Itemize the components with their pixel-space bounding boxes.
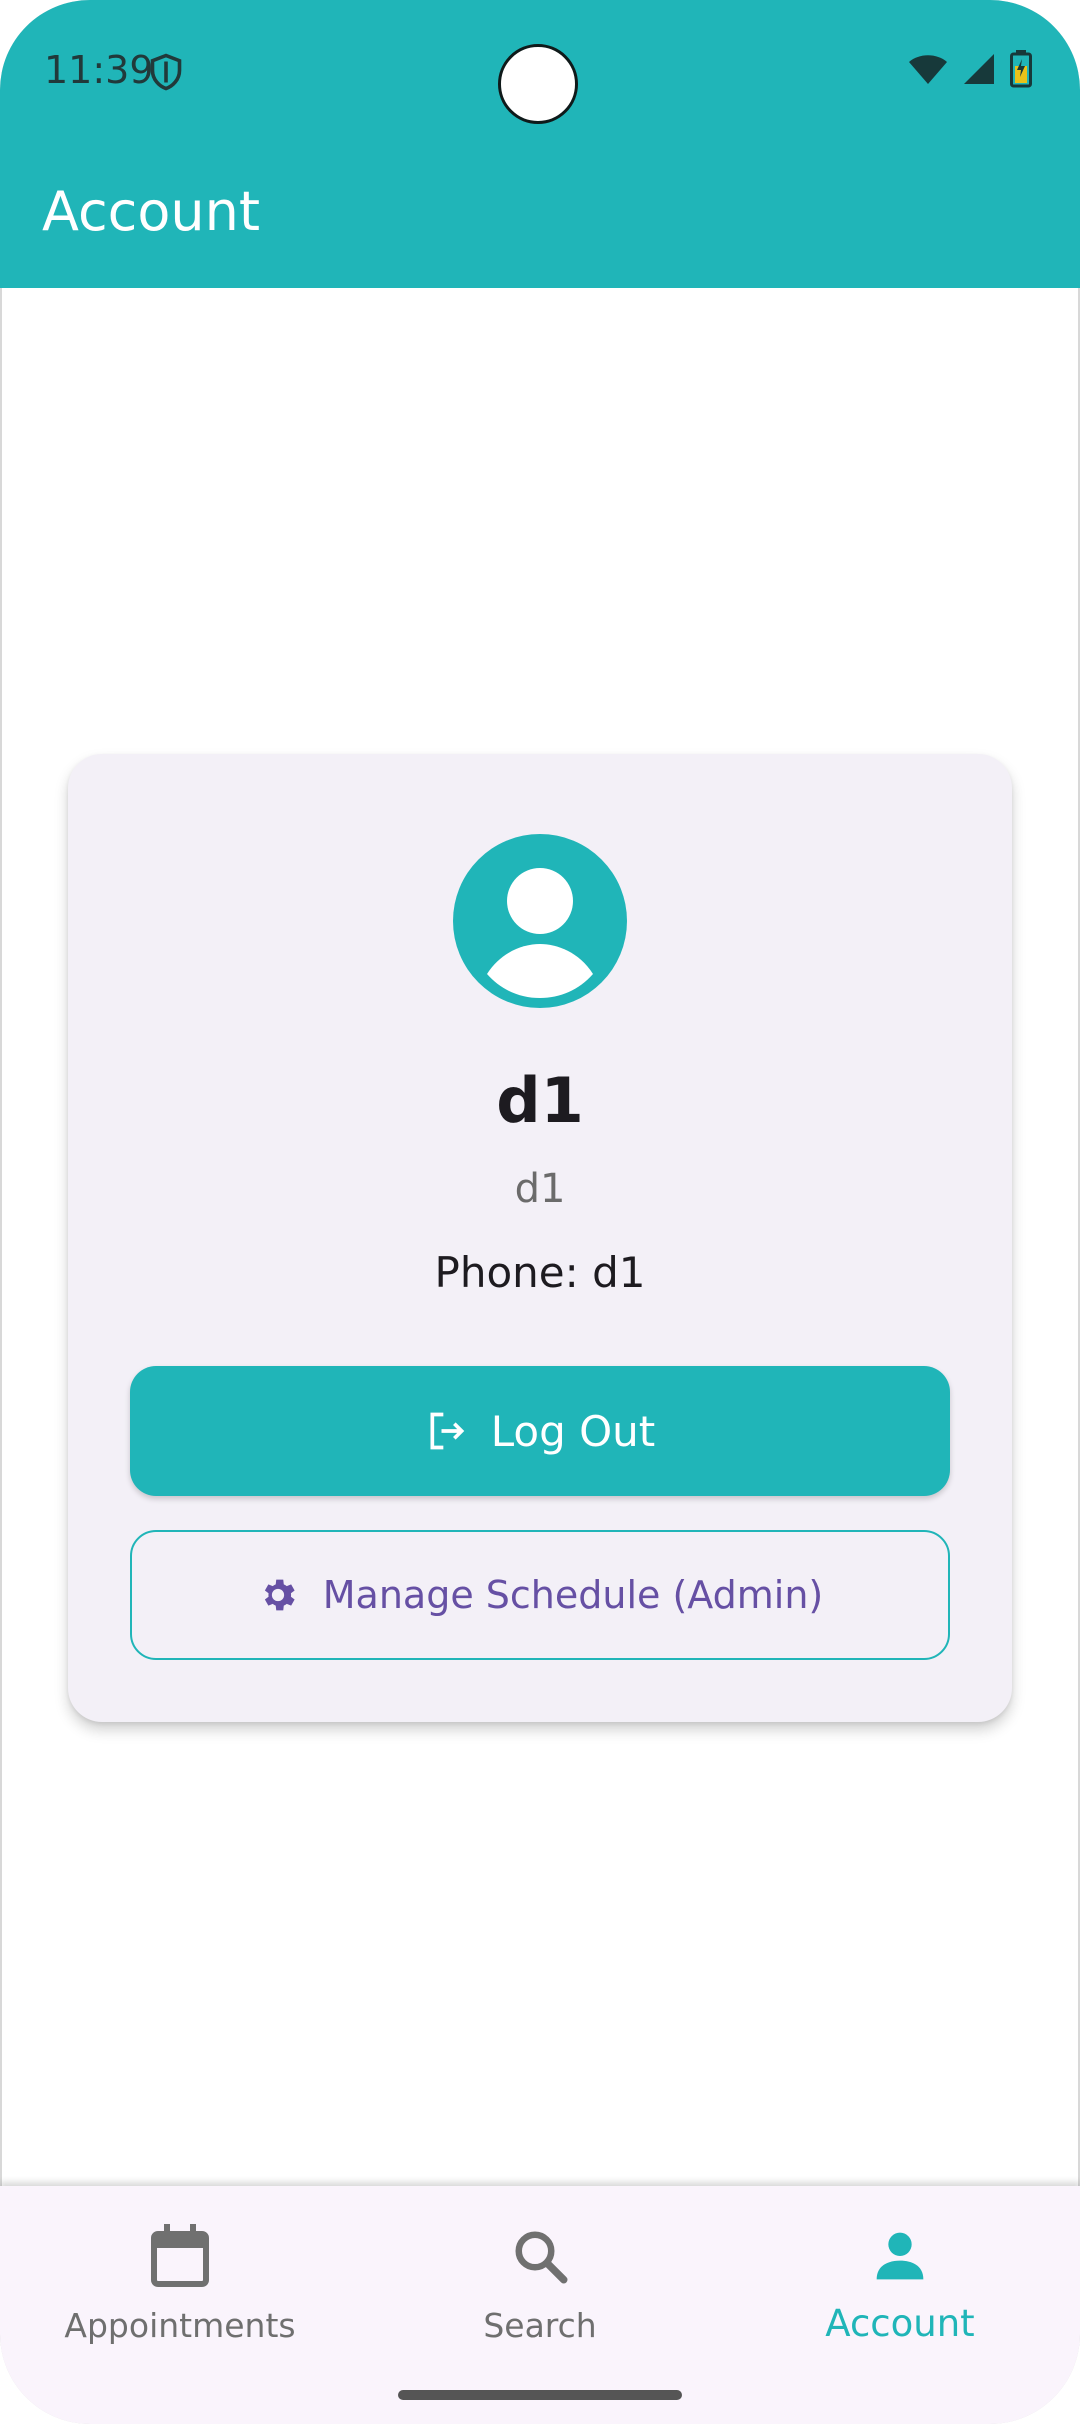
gear-icon — [264, 1579, 295, 1611]
logout-button[interactable]: Log Out — [130, 1366, 950, 1496]
logout-label: Log Out — [490, 1406, 656, 1456]
nav-label-search: Search — [483, 2306, 597, 2345]
home-indicator[interactable] — [398, 2390, 682, 2400]
profile-phone: Phone: d1 — [434, 1248, 646, 1297]
bottom-navigation: Appointments Search Account — [0, 2186, 1080, 2424]
page-title: Account — [42, 180, 261, 243]
manage-schedule-button[interactable]: Manage Schedule (Admin) — [130, 1530, 950, 1660]
profile-name: d1 — [496, 1064, 584, 1137]
shield-icon — [150, 53, 182, 91]
battery-icon — [1010, 50, 1032, 88]
wifi-icon — [909, 55, 947, 84]
app-header: 11:39 Account — [0, 0, 1080, 288]
signal-icon — [964, 54, 994, 84]
person-icon — [876, 2232, 924, 2280]
account-circle-icon — [453, 834, 627, 1008]
phone-screen: 11:39 Account d1 d1 Phone: d1 Log Out Ma… — [0, 0, 1080, 2424]
nav-label-account: Account — [825, 2302, 975, 2345]
nav-label-appointments: Appointments — [64, 2306, 296, 2345]
manage-schedule-label: Manage Schedule (Admin) — [322, 1573, 824, 1617]
nav-item-search[interactable]: Search — [360, 2186, 720, 2386]
status-icons — [908, 50, 1032, 88]
profile-card: d1 d1 Phone: d1 Log Out Manage Schedule … — [68, 754, 1012, 1722]
search-icon — [515, 2231, 568, 2284]
avatar-person-icon — [487, 868, 593, 998]
camera-cutout — [498, 44, 578, 124]
nav-item-appointments[interactable]: Appointments — [0, 2186, 360, 2386]
profile-username: d1 — [514, 1166, 566, 1212]
calendar-icon — [151, 2224, 209, 2287]
logout-icon — [430, 1412, 464, 1450]
nav-item-account[interactable]: Account — [720, 2186, 1080, 2386]
status-time: 11:39 — [44, 48, 154, 92]
